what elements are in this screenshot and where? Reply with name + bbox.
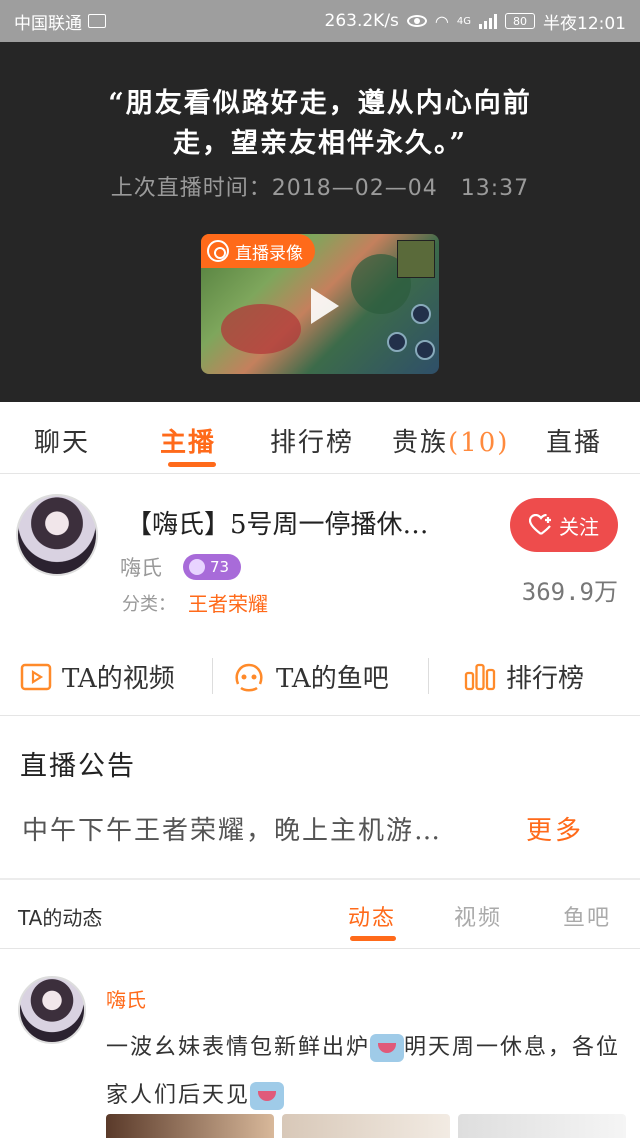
follow-button[interactable]: 关注 (510, 498, 618, 552)
level-value: 73 (210, 558, 230, 576)
eye-comfort-icon (406, 15, 427, 27)
room-tabs: 聊天 主播 排行榜 贵族(10) 直播 (0, 402, 640, 474)
tab-nobility[interactable]: 贵族(10) (392, 422, 509, 459)
carrier-name: 中国联通 (14, 13, 82, 34)
ta-video-label: TA的视频 (62, 664, 175, 694)
activity-icon (88, 14, 106, 28)
follow-label: 关注 (559, 514, 599, 539)
ta-fishbar-button[interactable]: TA的鱼吧 (232, 658, 389, 695)
status-bar: 中国联通 263.2K/s ◠ 4G 80 半夜12:01 (0, 0, 640, 42)
play-icon[interactable] (301, 284, 345, 328)
thumbnail-skill (411, 304, 431, 324)
category-label: 分类： (122, 594, 176, 615)
replay-badge: 直播录像 (201, 234, 315, 268)
quote-line-2: 走，望亲友相伴永久。” (172, 128, 468, 159)
sticker-emoji-icon (250, 1082, 285, 1110)
replay-video-thumbnail[interactable]: 直播录像 (201, 234, 439, 374)
section-divider (0, 948, 640, 949)
ranking-icon (464, 663, 496, 690)
avatar[interactable] (16, 494, 98, 576)
anchor-name[interactable]: 嗨氏 (120, 552, 162, 582)
heart-plus-icon (529, 514, 551, 535)
last-live-time: 上次直播时间：2018—02—04 13:37 (110, 176, 530, 201)
fishbar-icon (235, 663, 263, 691)
network-type: 4G (456, 15, 471, 27)
tab-videos[interactable]: 视频 (454, 900, 502, 932)
post-text-part-1: 一波幺妹表情包新鲜出炉 (106, 1035, 371, 1060)
nobility-count: (10) (448, 428, 510, 458)
tab-ranking[interactable]: 排行榜 (270, 422, 354, 459)
wifi-icon: ◠ (434, 11, 449, 31)
thumbnail-skill (415, 340, 435, 360)
tab-anchor[interactable]: 主播 (160, 422, 216, 459)
tab-chat[interactable]: 聊天 (34, 422, 90, 459)
ranking-button[interactable]: 排行榜 (464, 658, 584, 695)
network-speed: 263.2K/s (324, 11, 399, 31)
dynamics-label: TA的动态 (18, 906, 103, 930)
post-text: 一波幺妹表情包新鲜出炉 明天周一休息，各位家人们后天见 (106, 1024, 626, 1120)
tab-fishbar[interactable]: 鱼吧 (563, 900, 611, 932)
anchor-quote: “朋友看似路好走，遵从内心向前 走，望亲友相伴永久。” (60, 84, 580, 164)
mic-icon (189, 559, 205, 575)
anchor-info: 【嗨氏】5号周一停播休… 嗨氏 73 分类： 王者荣耀 关注 369.9万 (0, 474, 640, 632)
post-author[interactable]: 嗨氏 (106, 984, 146, 1013)
video-icon (20, 663, 52, 690)
ranking-label: 排行榜 (506, 664, 585, 694)
post-avatar[interactable] (18, 976, 86, 1044)
section-divider (0, 878, 640, 880)
active-tab-indicator (168, 462, 216, 467)
offline-header: “朋友看似路好走，遵从内心向前 走，望亲友相伴永久。” 上次直播时间：2018—… (0, 42, 640, 402)
notice-more-link[interactable]: 更多 (526, 810, 584, 847)
notice-title: 直播公告 (20, 751, 136, 782)
sticker-emoji-icon (370, 1034, 405, 1062)
post-photos (106, 1114, 626, 1138)
follower-count: 369.9万 (521, 578, 618, 606)
replay-icon (207, 240, 229, 262)
post-photo[interactable] (458, 1114, 626, 1138)
thumbnail-minimap (397, 240, 435, 278)
thumbnail-skill (387, 332, 407, 352)
ta-fishbar-label: TA的鱼吧 (276, 664, 389, 694)
post-photo[interactable] (282, 1114, 450, 1138)
quote-line-1: “朋友看似路好走，遵从内心向前 (108, 88, 532, 119)
divider (212, 658, 213, 694)
level-badge: 73 (183, 554, 241, 580)
signal-icon (479, 13, 497, 29)
category-link[interactable]: 王者荣耀 (188, 588, 268, 617)
tab-live[interactable]: 直播 (546, 422, 602, 459)
tab-nobility-label: 贵族 (392, 428, 449, 458)
room-title: 【嗨氏】5号周一停播休… (126, 510, 429, 540)
tab-dynamics[interactable]: 动态 (348, 900, 396, 932)
divider (428, 658, 429, 694)
battery-icon: 80 (505, 13, 535, 29)
notice-text: 中午下午王者荣耀，晚上主机游… (22, 816, 443, 846)
thumbnail-scene (221, 304, 301, 354)
anchor-actions: TA的视频 TA的鱼吧 排行榜 (0, 640, 640, 716)
active-dynamics-indicator (350, 936, 396, 941)
ta-video-button[interactable]: TA的视频 (20, 658, 175, 695)
status-time: 半夜12:01 (543, 13, 626, 34)
replay-label: 直播录像 (235, 243, 303, 264)
post-photo[interactable] (106, 1114, 274, 1138)
